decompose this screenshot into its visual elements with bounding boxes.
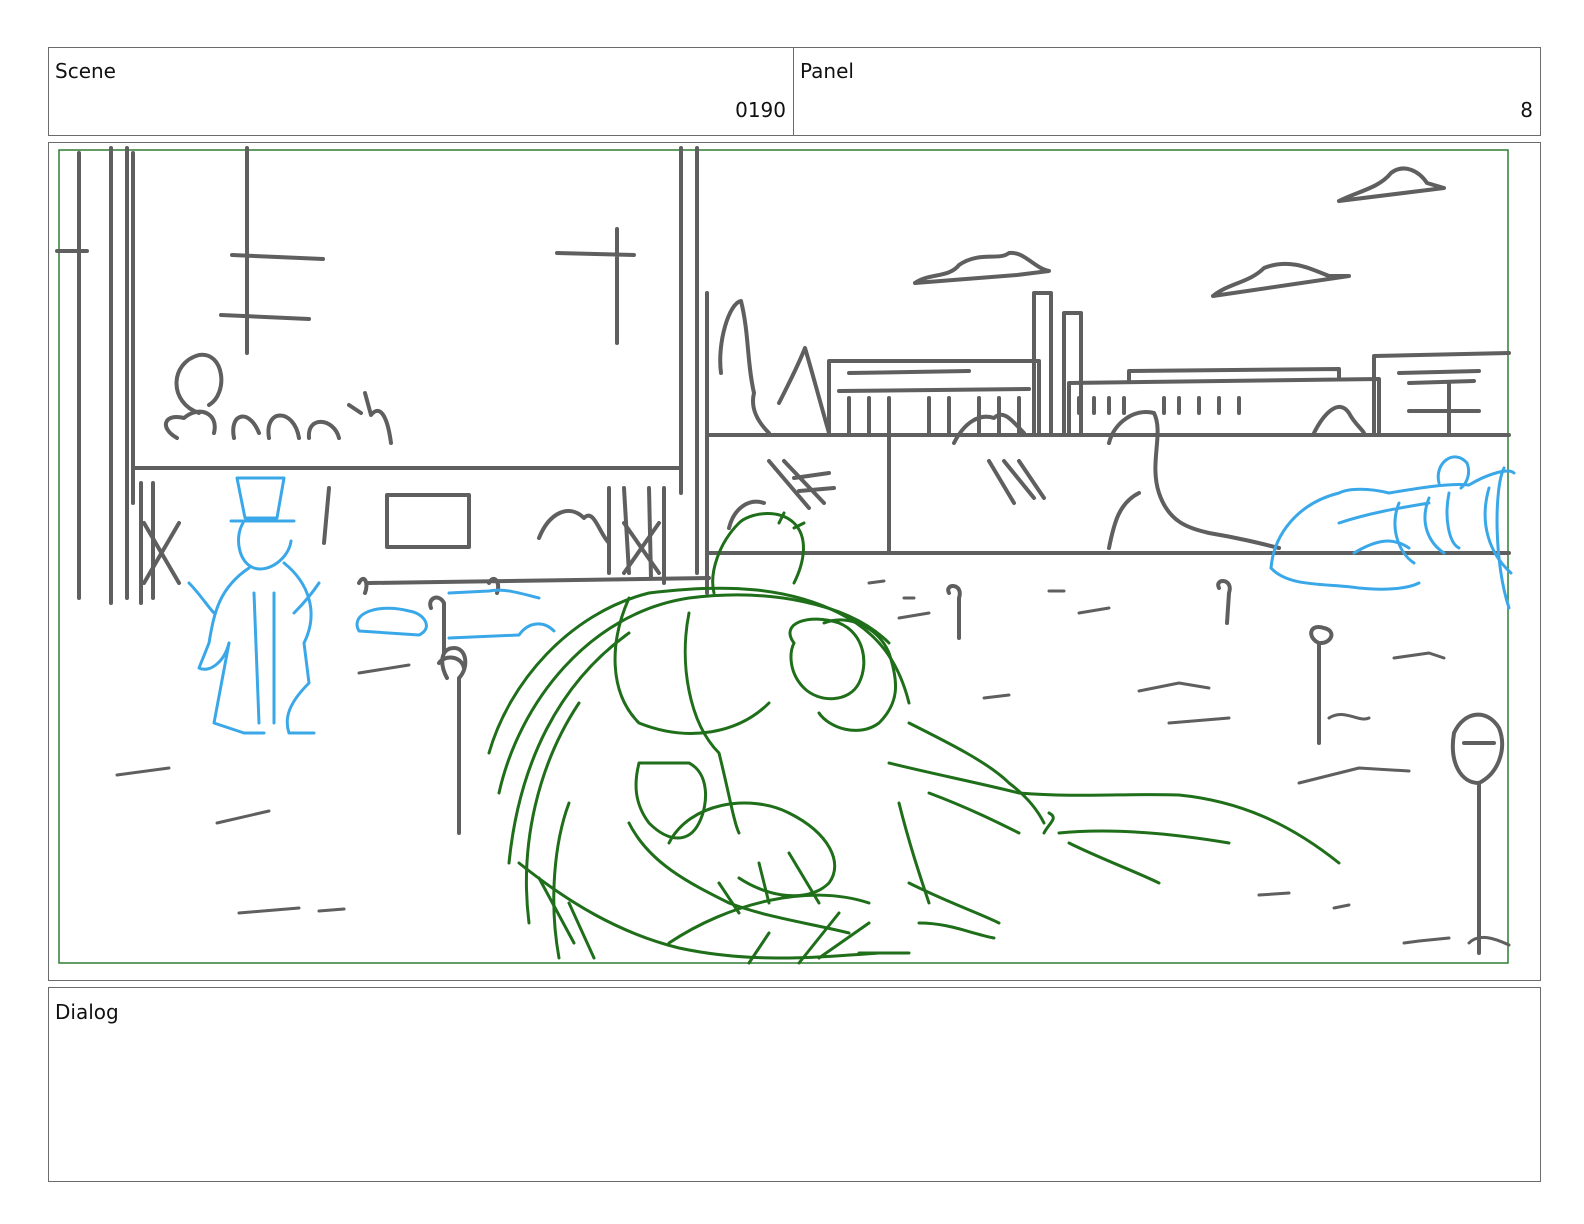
scene-cell: Scene 0190 bbox=[48, 47, 794, 136]
scene-label: Scene bbox=[55, 59, 116, 83]
dialog-label: Dialog bbox=[55, 1000, 119, 1024]
scene-number: 0190 bbox=[735, 98, 786, 122]
storyboard-drawing bbox=[55, 146, 1516, 965]
dialog-box: Dialog bbox=[48, 987, 1541, 1182]
safe-frame bbox=[58, 149, 1509, 964]
panel-cell: Panel 8 bbox=[793, 47, 1541, 136]
panel-number: 8 bbox=[1520, 98, 1533, 122]
storyboard-frame bbox=[48, 142, 1541, 981]
background-layer bbox=[55, 146, 1511, 955]
panel-label: Panel bbox=[800, 59, 854, 83]
